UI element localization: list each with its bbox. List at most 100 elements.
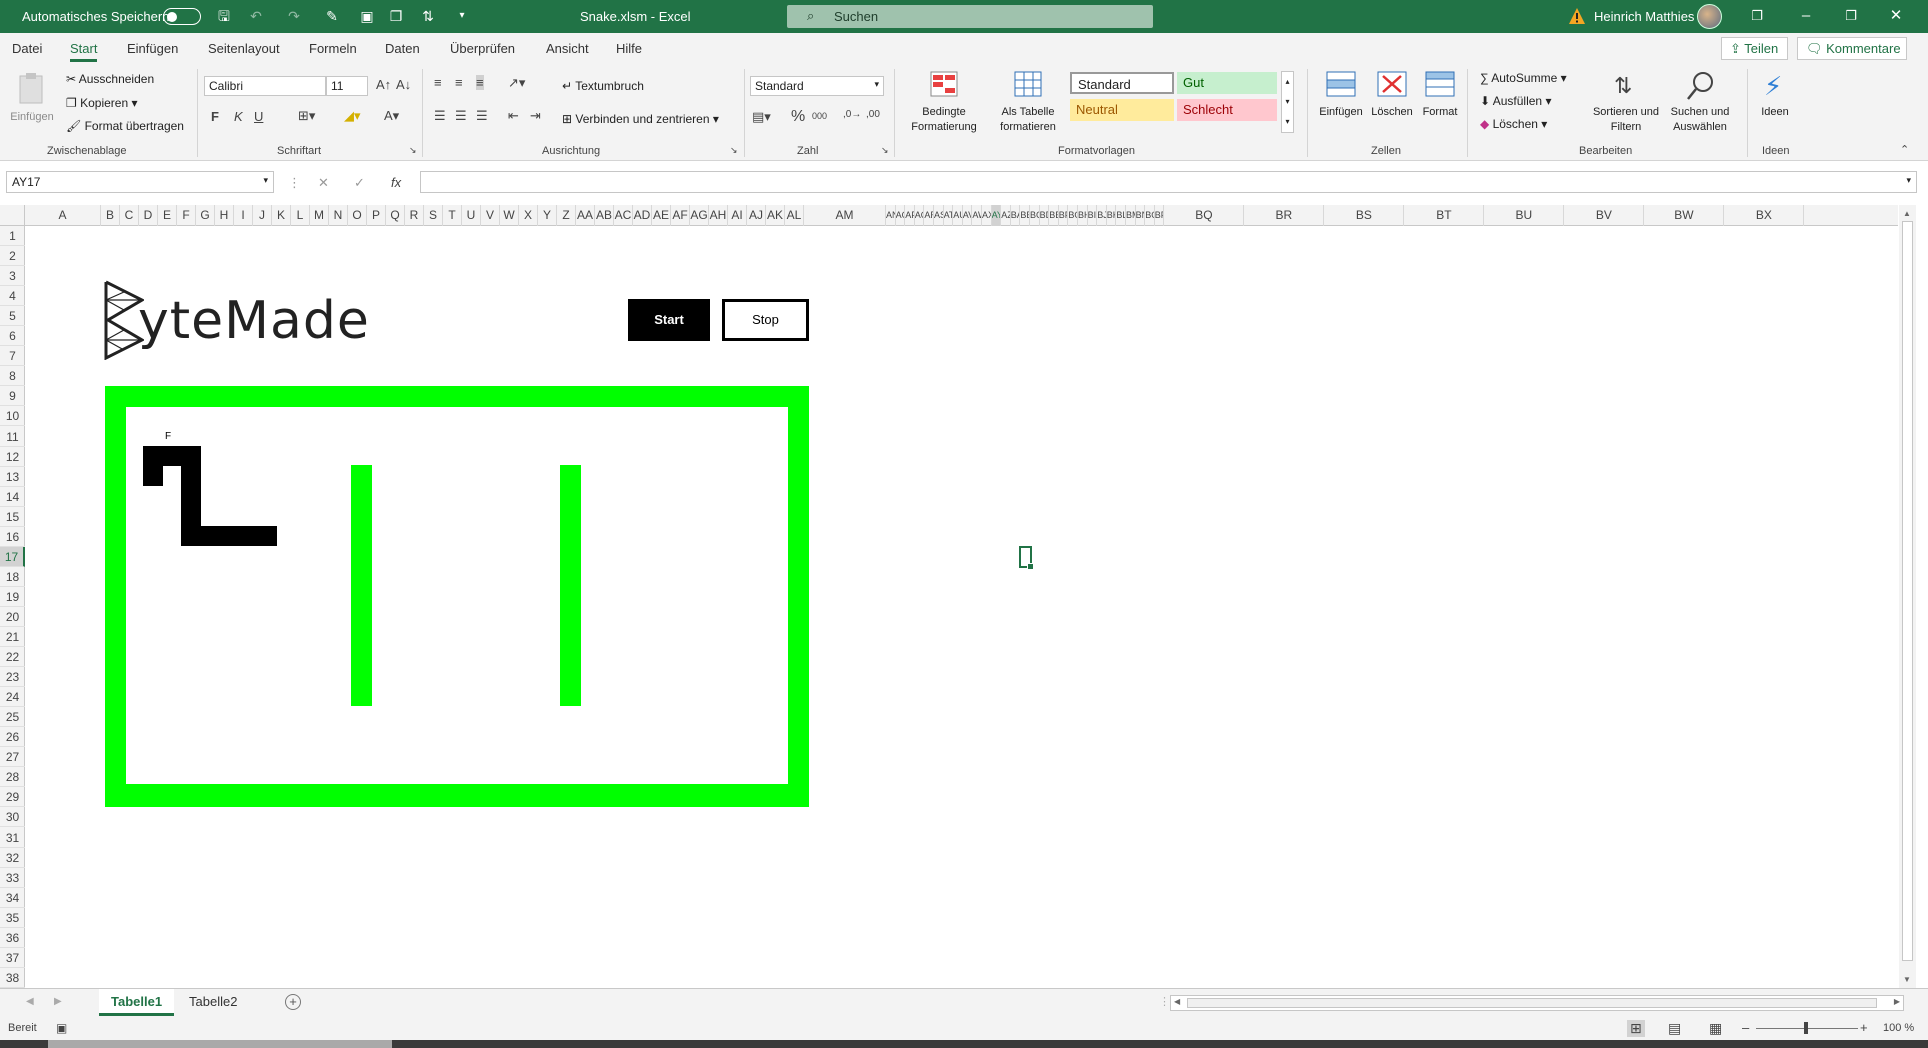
zoom-slider-thumb[interactable] xyxy=(1804,1022,1808,1034)
style-gut[interactable]: Gut xyxy=(1177,72,1277,94)
name-box[interactable]: AY17 ▾ xyxy=(6,171,274,193)
decrease-font-icon[interactable]: A↓ xyxy=(396,77,411,92)
row-header[interactable]: 8 xyxy=(0,366,25,387)
align-middle-icon[interactable]: ≡ xyxy=(455,75,463,90)
select-all-corner[interactable] xyxy=(0,205,25,226)
column-header[interactable]: R xyxy=(405,205,424,226)
column-header[interactable]: AX xyxy=(982,205,992,226)
minimize-icon[interactable]: – xyxy=(1786,5,1826,27)
clear-button[interactable]: ◆ Löschen ▾ xyxy=(1480,117,1547,131)
row-header[interactable]: 18 xyxy=(0,567,25,587)
row-header[interactable]: 25 xyxy=(0,707,25,728)
zoom-level[interactable]: 100 % xyxy=(1883,1022,1914,1034)
column-header[interactable]: AI xyxy=(728,205,747,226)
dialog-launcher-icon[interactable]: ↘ xyxy=(409,145,417,156)
style-schlecht[interactable]: Schlecht xyxy=(1177,99,1277,121)
tab-hilfe[interactable]: Hilfe xyxy=(616,41,642,56)
row-header[interactable]: 33 xyxy=(0,868,25,888)
column-header[interactable]: BB xyxy=(1020,205,1030,226)
font-color-icon[interactable]: A▾ xyxy=(384,108,399,124)
row-header[interactable]: 37 xyxy=(0,948,25,968)
column-header[interactable]: BR xyxy=(1244,205,1325,226)
column-header[interactable]: AF xyxy=(671,205,690,226)
undo-icon[interactable]: ↶ xyxy=(246,6,266,26)
column-header[interactable]: AQ xyxy=(915,205,925,226)
row-header[interactable]: 36 xyxy=(0,928,25,948)
row-header[interactable]: 7 xyxy=(0,346,25,367)
insert-cells-button[interactable]: Einfügen xyxy=(1314,71,1368,145)
row-header[interactable]: 15 xyxy=(0,507,25,527)
column-header[interactable]: AZ xyxy=(1001,205,1011,226)
column-header[interactable]: Q xyxy=(386,205,405,226)
fill-color-icon[interactable]: ◢▾ xyxy=(344,108,361,124)
borders-icon[interactable]: ⊞▾ xyxy=(298,108,315,124)
row-header[interactable]: 24 xyxy=(0,687,25,708)
column-header[interactable]: I xyxy=(234,205,253,226)
column-header[interactable]: BO xyxy=(1145,205,1155,226)
page-layout-icon[interactable]: ▤ xyxy=(1668,1020,1681,1037)
align-top-icon[interactable]: ≡ xyxy=(434,75,442,90)
column-header[interactable]: AM xyxy=(804,205,886,226)
row-header[interactable]: 4 xyxy=(0,286,25,307)
column-header[interactable]: AU xyxy=(953,205,963,226)
highlight-icon[interactable]: ✎ xyxy=(322,6,342,26)
underline-button[interactable]: U xyxy=(254,109,263,124)
increase-indent-icon[interactable]: ⇥ xyxy=(530,108,541,124)
row-header[interactable]: 13 xyxy=(0,467,25,487)
row-header[interactable]: 9 xyxy=(0,386,25,407)
column-header[interactable]: Y xyxy=(538,205,557,226)
percent-icon[interactable]: % xyxy=(791,108,805,126)
tab-einfuegen[interactable]: Einfügen xyxy=(127,41,178,56)
warning-icon[interactable] xyxy=(1568,7,1586,25)
column-header[interactable]: BG xyxy=(1068,205,1078,226)
row-header[interactable]: 12 xyxy=(0,447,25,467)
row-header[interactable]: 10 xyxy=(0,406,25,427)
sort-icon[interactable]: ⇅ xyxy=(418,6,438,26)
decrease-indent-icon[interactable]: ⇤ xyxy=(508,108,519,124)
merge-center-button[interactable]: ⊞ Verbinden und zentrieren ▾ xyxy=(562,112,719,126)
column-header[interactable]: W xyxy=(500,205,519,226)
column-header[interactable]: AN xyxy=(886,205,896,226)
row-header[interactable]: 26 xyxy=(0,727,25,748)
row-header[interactable]: 38 xyxy=(0,968,25,988)
zoom-in-icon[interactable]: + xyxy=(1860,1020,1868,1035)
column-header[interactable]: BN xyxy=(1136,205,1146,226)
column-header[interactable]: U xyxy=(462,205,481,226)
column-header[interactable]: BE xyxy=(1049,205,1059,226)
column-header[interactable]: BW xyxy=(1644,205,1725,226)
ribbon-display-icon[interactable]: ❐ xyxy=(1737,5,1777,27)
save-icon[interactable]: 🖫 xyxy=(214,6,234,26)
format-cells-button[interactable]: Format xyxy=(1416,71,1464,145)
horizontal-scrollbar[interactable]: ◀ ▶ xyxy=(1170,995,1904,1011)
row-header[interactable]: 34 xyxy=(0,888,25,908)
autosum-button[interactable]: ∑ AutoSumme ▾ xyxy=(1480,71,1567,85)
row-header[interactable]: 11 xyxy=(0,427,25,447)
tab-ansicht[interactable]: Ansicht xyxy=(546,41,589,56)
column-header[interactable]: K xyxy=(272,205,291,226)
column-header[interactable]: BF xyxy=(1059,205,1069,226)
insert-function-icon[interactable]: fx xyxy=(391,175,401,190)
orientation-icon[interactable]: ↗▾ xyxy=(508,75,525,91)
column-header[interactable]: S xyxy=(424,205,443,226)
row-header[interactable]: 19 xyxy=(0,587,25,607)
redo-icon[interactable]: ↷ xyxy=(284,6,304,26)
row-header[interactable]: 16 xyxy=(0,527,25,547)
column-header[interactable]: H xyxy=(215,205,234,226)
format-painter-button[interactable]: 🖌 Format übertragen xyxy=(66,119,184,133)
align-right-icon[interactable]: ☰ xyxy=(476,108,488,124)
tab-datei[interactable]: Datei xyxy=(12,41,42,56)
column-header[interactable]: M xyxy=(310,205,329,226)
column-header[interactable]: AJ xyxy=(747,205,766,226)
column-header[interactable]: BA xyxy=(1011,205,1021,226)
collapse-ribbon-icon[interactable]: ⌃ xyxy=(1900,143,1909,156)
row-header[interactable]: 5 xyxy=(0,306,25,327)
dialog-launcher-icon[interactable]: ↘ xyxy=(730,145,738,156)
column-header[interactable]: BT xyxy=(1404,205,1485,226)
row-header[interactable]: 32 xyxy=(0,848,25,868)
column-header[interactable]: AY xyxy=(991,205,1002,226)
row-header[interactable]: 35 xyxy=(0,908,25,928)
stop-button[interactable]: Stop xyxy=(722,299,809,341)
column-header[interactable]: BD xyxy=(1040,205,1050,226)
scroll-left-icon[interactable]: ◀ xyxy=(1174,997,1180,1006)
conditional-formatting-button[interactable]: Bedingte Formatierung xyxy=(902,71,986,145)
